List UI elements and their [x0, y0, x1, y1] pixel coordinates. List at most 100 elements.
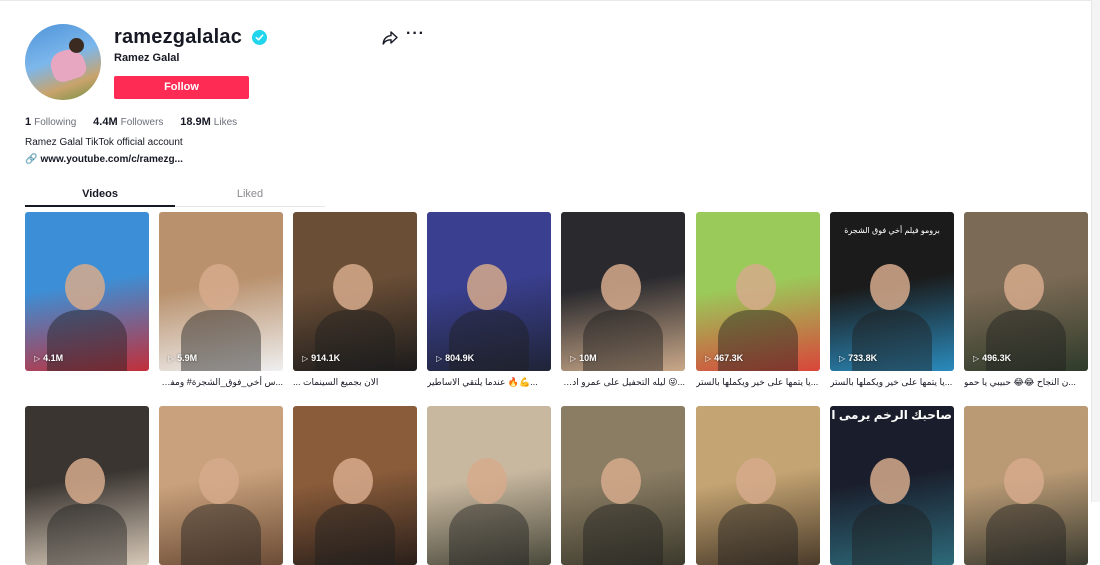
thumbnail-subject-head — [333, 264, 373, 310]
avatar[interactable] — [25, 24, 101, 100]
view-count-text: 467.3K — [714, 353, 744, 363]
thumbnail-subject-head — [736, 264, 776, 310]
video-thumbnail[interactable]: ▷ 10M — [561, 212, 685, 371]
video-thumbnail[interactable]: ▷ 804.9K — [427, 212, 551, 371]
tab-videos[interactable]: Videos — [25, 184, 175, 206]
thumbnail-subject-head — [1004, 264, 1044, 310]
thumbnail-subject-head — [870, 458, 910, 504]
thumbnail-subject-body — [583, 504, 663, 565]
video-thumbnail[interactable]: ▷ 5.9M — [159, 212, 283, 371]
thumbnail-subject-head — [65, 264, 105, 310]
thumbnail-subject-body — [852, 504, 932, 565]
thumbnail-subject-head — [870, 264, 910, 310]
thumbnail-subject-head — [736, 458, 776, 504]
view-count: ▷ 4.1M — [34, 353, 63, 363]
tab-liked[interactable]: Liked — [175, 184, 325, 206]
thumbnail-overlay-text: صاحبك الرخم يرمى اي — [832, 408, 952, 422]
profile-stats: 1 Following 4.4M Followers 18.9M Likes — [25, 116, 251, 128]
video-thumbnail[interactable] — [696, 406, 820, 565]
view-count-text: 5.9M — [177, 353, 198, 363]
thumbnail-subject-body — [449, 504, 529, 565]
thumbnail-subject-head — [199, 458, 239, 504]
thumbnail-overlay-text: برومو فيلم أخي فوق الشجرة — [844, 226, 940, 235]
play-icon: ▷ — [436, 354, 443, 363]
thumbnail-subject-head — [601, 264, 641, 310]
thumbnail-subject-head — [467, 458, 507, 504]
video-thumbnail[interactable] — [964, 406, 1088, 565]
thumbnail-subject-head — [65, 458, 105, 504]
play-icon: ▷ — [168, 354, 175, 363]
thumbnail-subject-head — [601, 458, 641, 504]
view-count-text: 733.8K — [848, 353, 878, 363]
view-count: ▷ 496.3K — [973, 353, 1011, 363]
verified-badge-icon — [252, 30, 267, 45]
view-count-text: 804.9K — [445, 353, 475, 363]
view-count: ▷ 733.8K — [839, 353, 877, 363]
play-icon: ▷ — [839, 354, 846, 363]
thumbnail-subject-head — [199, 264, 239, 310]
following-label[interactable]: Following — [34, 117, 76, 128]
avatar-head — [69, 38, 84, 53]
video-thumbnail[interactable] — [427, 406, 551, 565]
profile-link-text[interactable]: www.youtube.com/c/ramezg... — [40, 154, 182, 165]
active-tab-indicator — [25, 205, 175, 207]
play-icon: ▷ — [302, 354, 309, 363]
view-count-text: 10M — [579, 353, 597, 363]
play-icon: ▷ — [34, 354, 41, 363]
video-thumbnail[interactable] — [25, 406, 149, 565]
avatar-figure — [47, 45, 89, 85]
video-caption[interactable]: ...💪🔥 عندما يلتقي الاساطير — [427, 376, 551, 388]
likes-label: Likes — [213, 117, 238, 128]
profile-link[interactable]: 🔗 www.youtube.com/c/ramezg... — [25, 154, 183, 165]
link-icon: 🔗 — [25, 154, 38, 165]
view-count: ▷ 914.1K — [302, 353, 340, 363]
likes-count: 18.9M — [180, 116, 211, 128]
username: ramezgalalac — [114, 26, 243, 48]
thumbnail-subject-head — [467, 264, 507, 310]
play-icon: ▷ — [705, 354, 712, 363]
view-count-text: 496.3K — [982, 353, 1012, 363]
share-icon[interactable] — [382, 30, 398, 46]
thumbnail-subject-head — [333, 458, 373, 504]
thumbnail-subject-body — [986, 504, 1066, 565]
video-caption[interactable]: ...ن النجاح 😂😂 حبيبي يا حمو — [964, 376, 1088, 388]
play-icon: ▷ — [973, 354, 980, 363]
thumbnail-subject-head — [1004, 458, 1044, 504]
view-count-text: 914.1K — [311, 353, 341, 363]
follow-button[interactable]: Follow — [114, 76, 249, 99]
view-count: ▷ 10M — [570, 353, 597, 363]
thumbnail-subject-body — [47, 504, 127, 565]
video-thumbnail[interactable]: ▷ 467.3K — [696, 212, 820, 371]
video-thumbnail[interactable] — [293, 406, 417, 565]
profile-tabs: Videos Liked — [25, 184, 325, 208]
view-count-text: 4.1M — [43, 353, 64, 363]
video-thumbnail[interactable]: برومو فيلم أخي فوق الشجرة ▷ 733.8K — [830, 212, 954, 371]
video-thumbnail[interactable]: ▷ 496.3K — [964, 212, 1088, 371]
following-count: 1 — [25, 116, 32, 128]
video-thumbnail[interactable] — [159, 406, 283, 565]
video-caption[interactable]: ...يا يتمها على خير ويكملها بالستر — [830, 376, 954, 388]
more-options-icon[interactable]: ··· — [406, 26, 425, 42]
video-thumbnail[interactable]: صاحبك الرخم يرمى اي — [830, 406, 954, 565]
view-count: ▷ 467.3K — [705, 353, 743, 363]
nickname: Ramez Galal — [114, 52, 180, 64]
followers-label[interactable]: Followers — [121, 117, 164, 128]
video-caption[interactable]: ...س أخي_فوق_الشجرة# ومفاجأة — [159, 376, 283, 388]
scrollbar[interactable] — [1091, 0, 1100, 502]
video-thumbnail[interactable]: ▷ 914.1K — [293, 212, 417, 371]
thumbnail-subject-body — [718, 504, 798, 565]
video-caption[interactable]: الان بجميع السينمات ... — [293, 376, 417, 388]
play-icon: ▷ — [570, 354, 577, 363]
bio: Ramez Galal TikTok official account — [25, 137, 183, 148]
view-count: ▷ 804.9K — [436, 353, 474, 363]
video-caption[interactable]: ...يا يتمها على خير ويكملها بالستر — [696, 376, 820, 388]
thumbnail-subject-body — [315, 504, 395, 565]
view-count: ▷ 5.9M — [168, 353, 197, 363]
thumbnail-subject-body — [181, 504, 261, 565]
video-thumbnail[interactable]: ▷ 4.1M — [25, 212, 149, 371]
video-caption[interactable]: ...😜 ليله التحفيل على عمرو اديب — [561, 376, 685, 388]
top-divider — [0, 0, 1100, 1]
video-thumbnail[interactable] — [561, 406, 685, 565]
followers-count: 4.4M — [93, 116, 118, 128]
video-grid: ▷ 4.1M ▷ 5.9M ...س أخي_فوق_الشجرة# ومفاجأة ▷ 9… — [25, 212, 1088, 565]
